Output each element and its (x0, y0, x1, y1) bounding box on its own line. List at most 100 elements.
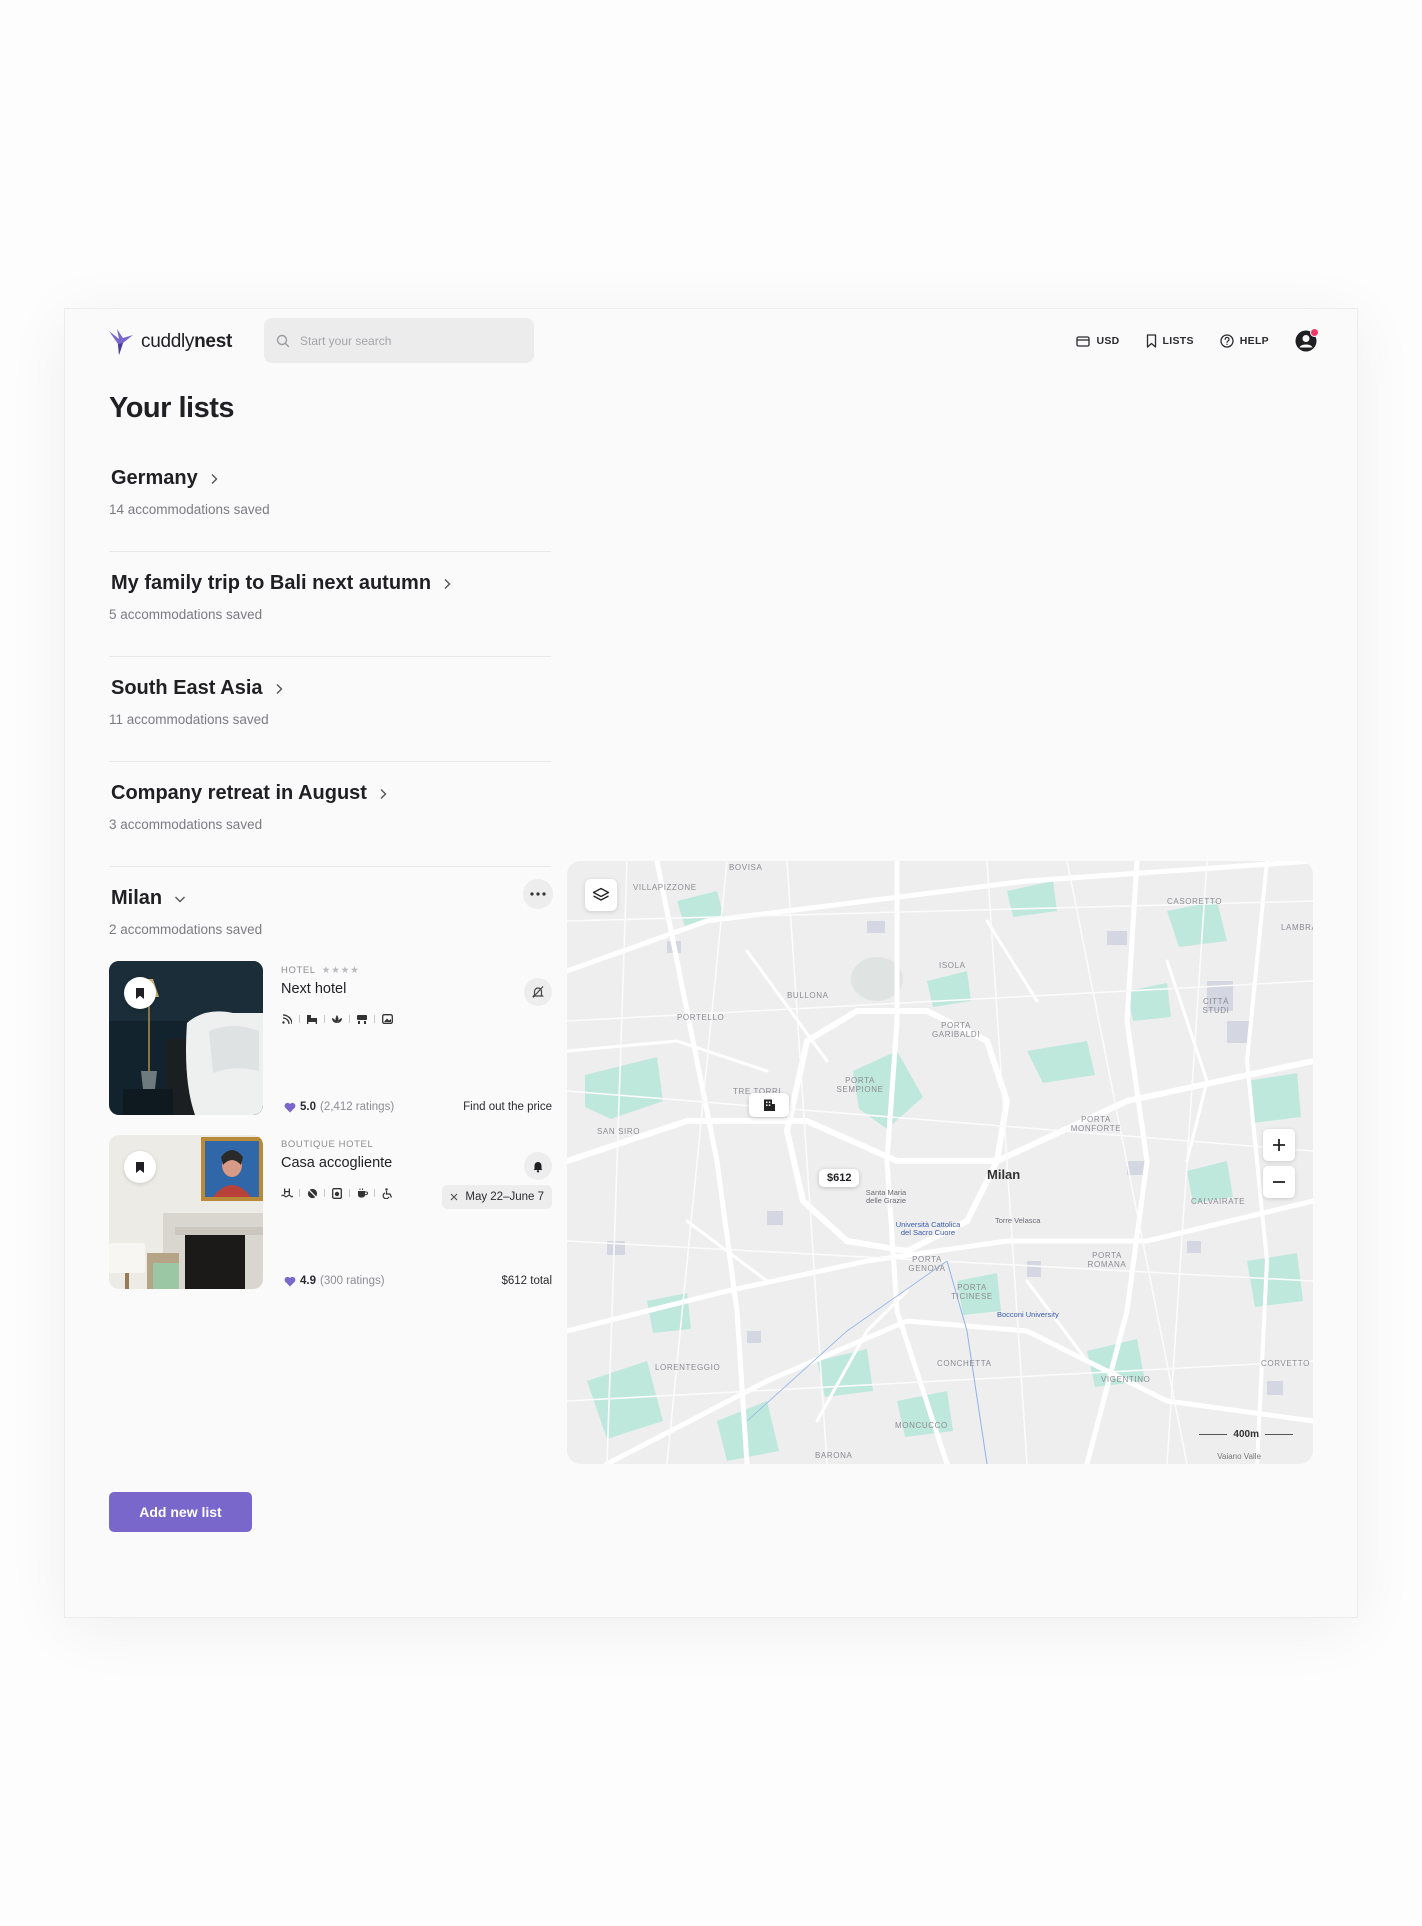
saved-bookmark-button[interactable] (124, 977, 156, 1009)
lists-label: LISTS (1162, 335, 1194, 347)
chevron-right-icon (380, 788, 387, 799)
search-input[interactable] (298, 332, 512, 349)
saved-bookmark-button[interactable] (124, 1151, 156, 1183)
chevron-right-icon (276, 683, 283, 694)
chevron-right-icon (211, 473, 218, 484)
price-alert-off-button[interactable] (524, 978, 552, 1006)
list-company-retreat[interactable]: Company retreat in August 3 accommodatio… (109, 782, 551, 867)
minus-icon (1273, 1181, 1285, 1183)
amenities-row (281, 1013, 393, 1025)
help-label: HELP (1239, 335, 1269, 347)
map-label: CASORETTO (1167, 897, 1223, 906)
hotel-photo[interactable] (109, 961, 263, 1115)
bed-icon (306, 1013, 318, 1025)
map-hotel-marker[interactable] (749, 1093, 789, 1117)
user-avatar[interactable] (1295, 328, 1319, 352)
plus-icon (1273, 1139, 1285, 1151)
hotel-building-icon (764, 1099, 775, 1111)
page-title: Your lists (109, 392, 235, 424)
app-window: cuddlynest USD LISTS (64, 308, 1358, 1618)
coffee-icon (356, 1187, 368, 1199)
wheelchair-icon (381, 1187, 393, 1199)
map-label: PORTA GARIBALDI (931, 1021, 981, 1039)
logo-text: cuddlynest (141, 331, 232, 352)
list-germany[interactable]: Germany 14 accommodations saved (109, 467, 551, 552)
accommodation-type: BOUTIQUE HOTEL (281, 1139, 374, 1150)
more-horizontal-icon (530, 892, 546, 896)
list-count: 2 accommodations saved (109, 922, 263, 937)
map-label: PORTELLO (677, 1013, 725, 1022)
list-count: 5 accommodations saved (109, 607, 263, 622)
map-price-marker[interactable]: $612 (819, 1169, 860, 1187)
map-label: ISOLA (939, 961, 966, 970)
bookmark-icon (1146, 334, 1156, 348)
accommodation-name[interactable]: Casa accogliente (281, 1155, 392, 1171)
list-title[interactable]: Germany (111, 467, 551, 490)
map-label: CONCHETTA (937, 1359, 992, 1368)
map-label: PORTA MONFORTE (1070, 1115, 1122, 1133)
list-count: 3 accommodations saved (109, 817, 263, 832)
accommodation-name[interactable]: Next hotel (281, 981, 346, 997)
list-milan[interactable]: Milan 2 accommodations saved (109, 887, 551, 947)
bell-icon (533, 1162, 543, 1173)
map-label: VIGENTINO (1101, 1375, 1151, 1384)
restaurant-icon (356, 1013, 368, 1025)
map-poi-label: Università Cattolica del Sacro Cuore (895, 1220, 961, 1237)
accommodation-card[interactable]: BOUTIQUE HOTEL Casa accogliente May 22–J… (109, 1135, 552, 1289)
add-new-list-button[interactable]: Add new list (109, 1492, 252, 1532)
total-price: $612 total (501, 1275, 552, 1287)
list-title[interactable]: Milan (111, 887, 551, 910)
logo-bird-icon (109, 329, 133, 355)
map-label: CORVETTO (1261, 1359, 1310, 1368)
bell-off-icon (532, 986, 544, 998)
layers-icon (592, 887, 610, 901)
map-layers-button[interactable] (585, 879, 617, 911)
currency-button[interactable]: USD (1076, 335, 1119, 347)
pool-icon (281, 1187, 293, 1199)
list-title[interactable]: My family trip to Bali next autumn (111, 572, 551, 595)
map-label: SAN SIRO (597, 1127, 641, 1136)
map-city-label: Milan (987, 1167, 1021, 1182)
map-view[interactable]: BOVISA VILLAPIZZONE CASORETTO LAMBRAT IS… (567, 861, 1313, 1464)
lists-button[interactable]: LISTS (1146, 334, 1194, 348)
zoom-out-button[interactable] (1263, 1166, 1295, 1198)
date-range-chip[interactable]: May 22–June 7 (442, 1185, 552, 1209)
star-rating: ★★★★ (321, 965, 360, 976)
map-label: VILLAPIZZONE (633, 883, 697, 892)
list-title[interactable]: South East Asia (111, 677, 551, 700)
search-bar[interactable] (264, 318, 534, 363)
find-price-link[interactable]: Find out the price (463, 1101, 552, 1113)
chevron-right-icon (444, 578, 451, 589)
map-label: LAMBRAT (1281, 923, 1313, 932)
help-button[interactable]: HELP (1220, 334, 1269, 348)
list-title[interactable]: Company retreat in August (111, 782, 551, 805)
accommodation-card[interactable]: HOTEL ★★★★ Next hotel 5.0 (2,412 ratings) … (109, 961, 552, 1115)
map-label: MONCUCCO (895, 1421, 948, 1430)
accommodation-type: HOTEL ★★★★ (281, 965, 360, 976)
list-bali[interactable]: My family trip to Bali next autumn 5 acc… (109, 572, 551, 657)
heart-icon (284, 1102, 296, 1112)
washer-icon (331, 1187, 343, 1199)
map-label: PORTA SEMPIONE (836, 1076, 884, 1094)
hotel-photo[interactable] (109, 1135, 263, 1289)
map-label: CALVAIRATE (1191, 1197, 1246, 1206)
zoom-in-button[interactable] (1263, 1129, 1295, 1161)
search-icon (276, 334, 290, 347)
spa-icon (331, 1013, 343, 1025)
help-circle-icon (1220, 334, 1234, 348)
list-south-east-asia[interactable]: South East Asia 11 accommodations saved (109, 677, 551, 762)
photo-icon (381, 1013, 393, 1025)
map-attribution: Vaiano Valle (1217, 1452, 1261, 1461)
map-label: BARONA (815, 1451, 853, 1460)
amenities-row (281, 1187, 393, 1199)
price-alert-on-button[interactable] (524, 1152, 552, 1180)
notification-dot (1310, 328, 1319, 337)
map-label: PORTA TICINESE (951, 1283, 993, 1301)
map-label: LORENTEGGIO (655, 1363, 721, 1372)
logo[interactable]: cuddlynest (107, 327, 232, 357)
close-icon[interactable] (450, 1193, 458, 1201)
map-poi-label: Torre Velasca (995, 1216, 1041, 1225)
map-label: PORTA GENOVA (908, 1255, 946, 1273)
guest-rating: 5.0 (2,412 ratings) (284, 1101, 394, 1113)
more-options-button[interactable] (523, 879, 553, 909)
